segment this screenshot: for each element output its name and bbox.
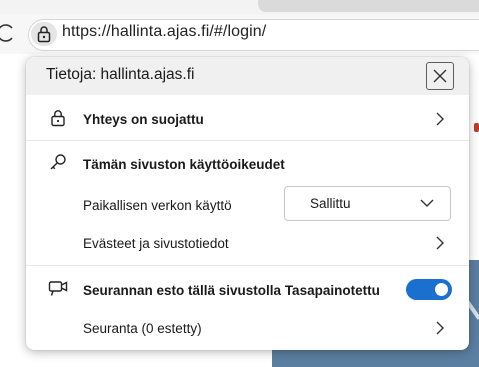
browser-tab[interactable]	[258, 0, 479, 12]
permissions-heading: Tämän sivuston käyttöoikeudet	[83, 157, 285, 172]
chevron-right-icon	[436, 236, 444, 250]
lock-icon	[37, 26, 51, 43]
reload-icon[interactable]	[0, 22, 16, 44]
page-decoration	[474, 123, 479, 132]
chevron-down-icon	[420, 199, 434, 207]
site-info-popup: Tietoja: hallinta.ajas.fi Yhteys on suoj…	[26, 57, 469, 350]
site-info-button[interactable]	[31, 22, 57, 46]
tracking-label: Seurannan esto tällä sivustolla Tasapain…	[83, 283, 380, 298]
popup-header: Tietoja: hallinta.ajas.fi	[26, 57, 469, 95]
local-network-select[interactable]: Sallittu	[284, 186, 451, 221]
camera-tracking-icon	[48, 281, 68, 296]
url-text[interactable]: https://hallinta.ajas.fi/#/login/	[62, 23, 266, 41]
popup-title: Tietoja: hallinta.ajas.fi	[46, 66, 195, 83]
trackers-label: Seuranta (0 estetty)	[83, 321, 202, 336]
connection-label: Yhteys on suojattu	[83, 112, 204, 127]
chevron-right-icon	[436, 112, 444, 126]
close-icon	[433, 69, 447, 83]
key-icon	[50, 154, 66, 170]
local-network-label: Paikallisen verkon käyttö	[83, 198, 232, 213]
close-button[interactable]	[426, 62, 454, 90]
local-network-value: Sallittu	[310, 196, 351, 211]
lock-icon	[51, 110, 65, 127]
divider	[26, 140, 469, 141]
toggle-knob	[435, 283, 448, 296]
chevron-right-icon	[436, 321, 444, 335]
tracking-toggle[interactable]	[406, 279, 452, 300]
cookies-label: Evästeet ja sivustotiedot	[83, 236, 229, 251]
divider	[26, 265, 469, 266]
